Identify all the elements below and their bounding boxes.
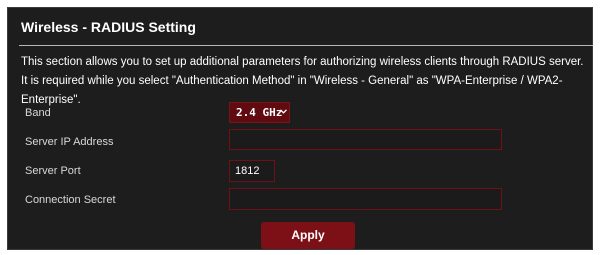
server-ip-input[interactable] <box>229 129 502 150</box>
page-title: Wireless - RADIUS Setting <box>21 19 196 35</box>
radius-settings-panel: Wireless - RADIUS Setting This section a… <box>7 7 593 250</box>
connection-secret-input[interactable] <box>229 188 502 210</box>
title-divider <box>19 45 593 46</box>
band-selected-value: 2.4 GHz <box>236 106 283 119</box>
server-port-label: Server Port <box>25 165 81 177</box>
apply-button[interactable]: Apply <box>261 222 355 249</box>
server-port-input[interactable]: 1812 <box>229 160 275 182</box>
connection-secret-label: Connection Secret <box>25 194 116 206</box>
section-description: This section allows you to set up additi… <box>21 56 584 106</box>
chevron-down-icon <box>280 109 287 114</box>
server-ip-label: Server IP Address <box>25 136 114 148</box>
band-label: Band <box>25 107 51 119</box>
band-select[interactable]: 2.4 GHz <box>229 102 290 123</box>
